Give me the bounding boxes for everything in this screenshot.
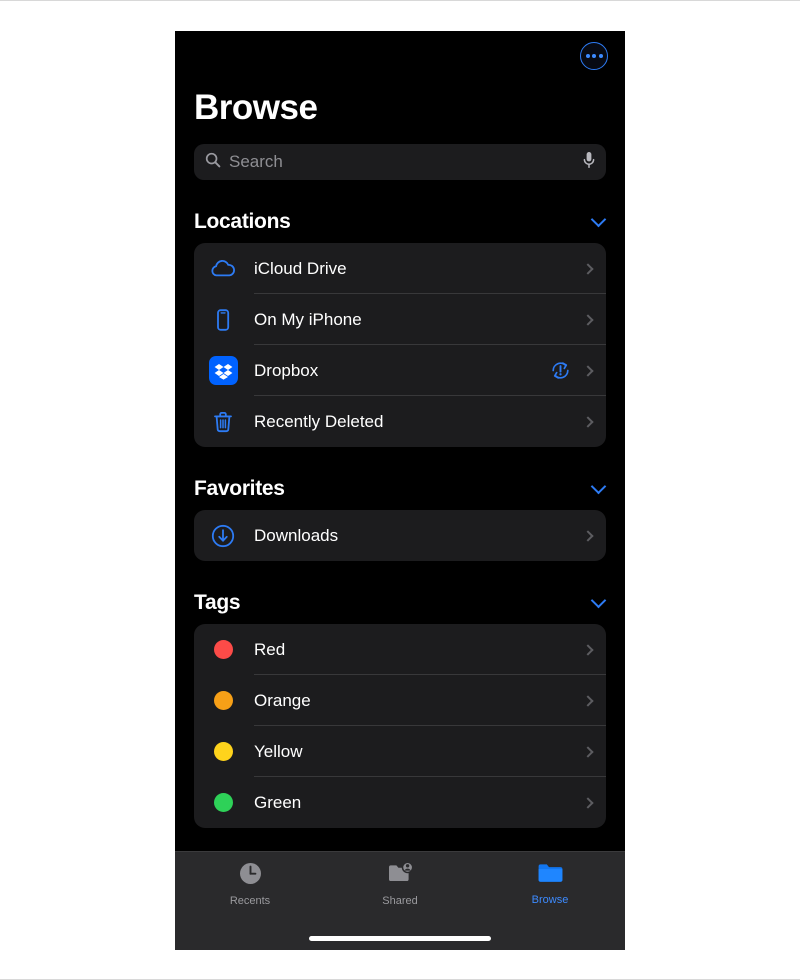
tab-shared-label: Shared (382, 895, 418, 907)
search-icon (205, 152, 221, 173)
row-icon-slot (208, 737, 238, 767)
section-header-locations[interactable]: Locations (175, 210, 625, 234)
list-item[interactable]: On My iPhone (194, 294, 606, 345)
chevron-right-icon (582, 313, 594, 326)
row-icon-slot (208, 254, 238, 284)
ellipsis-dot (598, 54, 603, 58)
tag-dot-shape (213, 793, 233, 812)
microphone-icon[interactable] (582, 151, 596, 174)
tab-bar: Recents Shared Browse (175, 851, 625, 950)
row-trailing (582, 745, 606, 758)
row-trailing (550, 360, 606, 381)
row-trailing (582, 262, 606, 275)
search-placeholder: Search (229, 152, 283, 171)
row-icon-slot (208, 521, 238, 551)
row-icon-slot (208, 788, 238, 818)
section-header-tags[interactable]: Tags (175, 591, 625, 615)
list-item-label: Yellow (254, 741, 303, 761)
chevron-right-icon (582, 796, 594, 809)
list-item[interactable]: Dropbox (194, 345, 606, 396)
page-canvas: Browse Search Locations iCloud Drive On … (0, 0, 800, 980)
download-circle-icon (209, 522, 237, 550)
list-item-label: Dropbox (254, 360, 319, 380)
dropbox-icon (208, 356, 238, 385)
list-item[interactable]: Green (194, 777, 606, 828)
list-item-label: Red (254, 639, 286, 659)
row-icon-slot (208, 356, 238, 386)
list-item-label: iCloud Drive (254, 258, 347, 278)
iphone-icon (209, 306, 237, 334)
chevron-right-icon (582, 529, 594, 542)
list-item[interactable]: Recently Deleted (194, 396, 606, 447)
tag-dot-shape (213, 742, 233, 761)
section-header-favorites[interactable]: Favorites (175, 477, 625, 501)
navigation-bar (175, 31, 625, 83)
chevron-down-icon[interactable] (590, 592, 607, 609)
browse-scroll-view[interactable]: Browse Search Locations iCloud Drive On … (175, 31, 625, 851)
list-item[interactable]: Orange (194, 675, 606, 726)
shared-folder-icon (387, 861, 414, 891)
list-item[interactable]: Downloads (194, 510, 606, 561)
section-title: Favorites (194, 477, 285, 500)
ellipsis-dot (592, 54, 596, 58)
dropbox-tile (208, 356, 238, 385)
clock-icon (238, 861, 263, 891)
tab-recents-label: Recents (229, 895, 271, 907)
tag-color-dot (213, 793, 233, 812)
home-indicator[interactable] (309, 936, 491, 941)
search-field[interactable]: Search (194, 144, 606, 180)
list-item-label: Orange (254, 690, 311, 710)
sync-error-icon[interactable] (550, 360, 571, 381)
list-item[interactable]: Yellow (194, 726, 606, 777)
chevron-right-icon (582, 415, 594, 428)
list-group-locations: iCloud Drive On My iPhone Dropbox Recently … (194, 243, 606, 447)
more-options-button[interactable] (580, 42, 608, 70)
tag-dot-shape (213, 691, 233, 710)
list-group-favorites: Downloads (194, 510, 606, 561)
row-trailing (582, 796, 606, 809)
page-title: Browse (194, 88, 318, 127)
chevron-down-icon[interactable] (590, 478, 607, 495)
row-trailing (582, 694, 606, 707)
folder-icon (537, 861, 564, 890)
chevron-right-icon (582, 745, 594, 758)
tab-recents[interactable]: Recents (175, 861, 325, 908)
section-title: Tags (194, 591, 241, 614)
list-item-label: On My iPhone (254, 309, 362, 329)
row-icon-slot (208, 407, 238, 437)
row-trailing (582, 529, 606, 542)
chevron-right-icon (582, 262, 594, 275)
row-icon-slot (208, 635, 238, 665)
section-title: Locations (194, 210, 291, 233)
search-container: Search (175, 129, 625, 180)
row-trailing (582, 313, 606, 326)
chevron-right-icon (582, 364, 594, 377)
chevron-down-icon[interactable] (590, 211, 607, 228)
trash-icon (209, 408, 237, 436)
list-item-label: Downloads (254, 525, 339, 545)
chevron-right-icon (582, 643, 594, 656)
list-group-tags: Red Orange Yellow Green (194, 624, 606, 828)
icloud-drive-icon (209, 255, 237, 283)
tab-browse-label: Browse (531, 894, 569, 906)
row-icon-slot (208, 686, 238, 716)
sections-host: Locations iCloud Drive On My iPhone Dropbox… (175, 210, 625, 828)
list-item[interactable]: iCloud Drive (194, 243, 606, 294)
iphone-screen: Browse Search Locations iCloud Drive On … (175, 31, 625, 950)
tag-dot-shape (213, 640, 233, 659)
tag-color-dot (213, 640, 233, 659)
tag-color-dot (213, 691, 233, 710)
ellipsis-dot (585, 54, 590, 58)
list-item[interactable]: Red (194, 624, 606, 675)
tag-color-dot (213, 742, 233, 761)
list-item-label: Green (254, 792, 302, 812)
row-trailing (582, 643, 606, 656)
row-trailing (582, 415, 606, 428)
row-icon-slot (208, 305, 238, 335)
chevron-right-icon (582, 694, 594, 707)
list-item-label: Recently Deleted (254, 411, 384, 431)
tab-browse[interactable]: Browse (475, 861, 625, 907)
tab-shared[interactable]: Shared (325, 861, 475, 908)
